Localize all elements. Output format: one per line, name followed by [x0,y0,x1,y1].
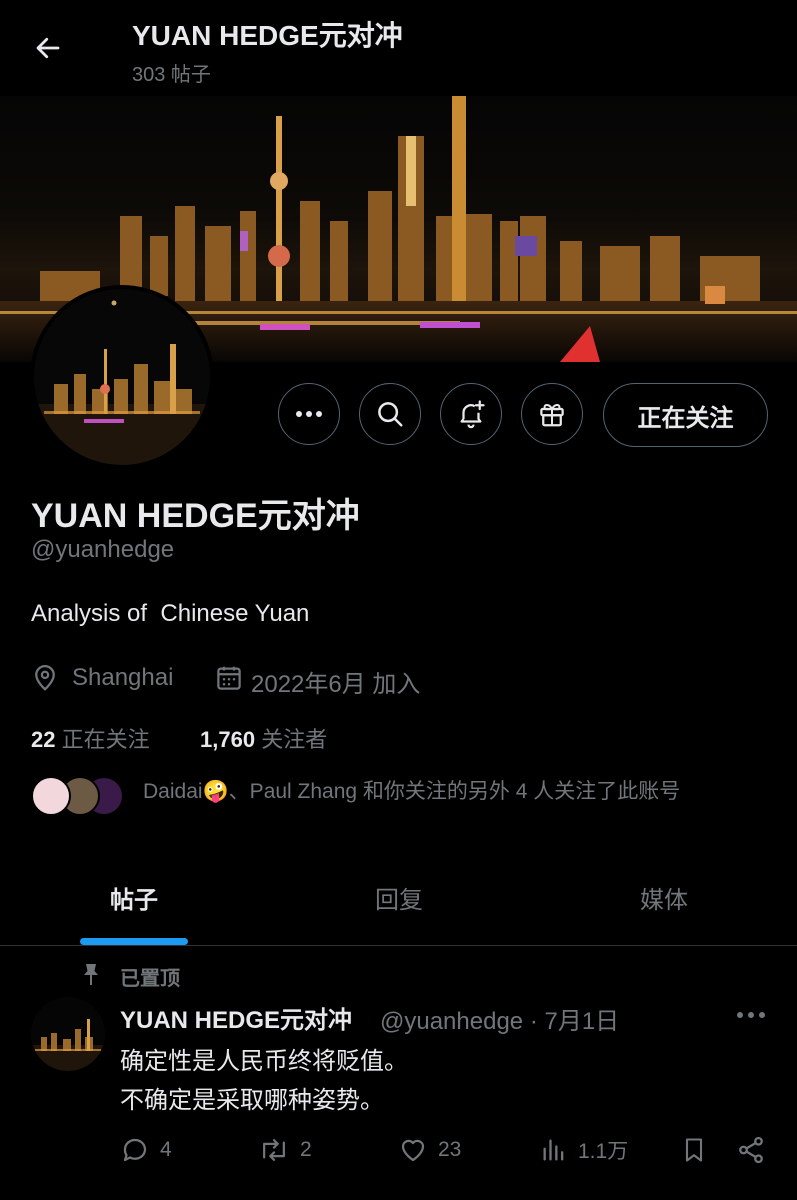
repost-button[interactable]: 2 [258,1135,312,1165]
followers-label: 关注者 [261,727,328,752]
views-chart-icon [543,1139,564,1161]
like-count: 23 [438,1138,462,1161]
more-dots-icon [296,411,322,417]
profile-location: Shanghai [72,664,174,691]
more-options-button[interactable] [278,383,340,445]
location-icon [30,663,60,698]
following-label: 正在关注 [61,727,150,752]
search-profile-button[interactable] [359,383,421,445]
profile-avatar[interactable] [30,285,214,469]
post-text-line: 确定性是人民币终将贬值。 [120,1048,408,1075]
notifications-button[interactable] [440,383,502,445]
tab-replies[interactable]: 回复 [299,880,499,915]
repost-icon [263,1139,285,1161]
reply-button[interactable]: 4 [120,1135,172,1165]
following-count-link[interactable]: 22 正在关注 [31,722,150,754]
profile-joined-date: 2022年6月 加入 [251,671,421,698]
profile-handle: @yuanhedge [31,536,175,563]
post-text-line: 不确定是采取哪种姿势。 [120,1087,384,1114]
header-title: YUAN HEDGE元对冲 [132,20,403,51]
calendar-icon [214,663,244,698]
profile-name: YUAN HEDGE元对冲 [31,497,360,535]
bookmark-icon [685,1138,703,1162]
follower-avatar [31,776,71,816]
header-post-count: 303 帖子 [132,64,211,86]
tab-posts[interactable]: 帖子 [34,880,234,915]
pinned-label: 已置顶 [120,968,180,990]
profile-bio: Analysis of Chinese Yuan [31,600,310,627]
views-button[interactable]: 1.1万 [540,1135,628,1165]
post-author-avatar[interactable] [31,997,105,1071]
bell-plus-icon [460,400,485,429]
heart-icon [401,1139,425,1162]
tab-divider [0,945,797,946]
bookmark-button[interactable] [680,1135,708,1165]
like-button[interactable]: 23 [398,1135,461,1165]
reply-icon [123,1138,147,1162]
active-tab-indicator [80,938,188,945]
post-author-name[interactable]: YUAN HEDGE元对冲 [120,1000,352,1035]
share-icon [739,1136,763,1164]
share-button[interactable] [736,1135,766,1165]
reply-count: 4 [160,1138,172,1161]
repost-count: 2 [300,1138,312,1161]
post-handle-date: @yuanhedge · 7月1日 [380,1008,620,1035]
followed-by-text[interactable]: Daidai🤪、Paul Zhang 和你关注的另外 4 人关注了此账号 [143,775,680,805]
following-count: 22 [31,727,56,752]
followers-count: 1,760 [200,727,256,752]
views-count: 1.1万 [578,1140,629,1163]
tab-media[interactable]: 媒体 [564,880,764,915]
search-icon [378,402,403,427]
gift-button[interactable] [521,383,583,445]
pin-icon [80,962,102,991]
back-arrow-icon[interactable] [30,30,66,66]
following-button[interactable]: 正在关注 [603,383,768,447]
gift-icon [540,404,564,427]
followers-count-link[interactable]: 1,760 关注者 [200,722,327,754]
post-more-icon[interactable] [736,1006,766,1024]
